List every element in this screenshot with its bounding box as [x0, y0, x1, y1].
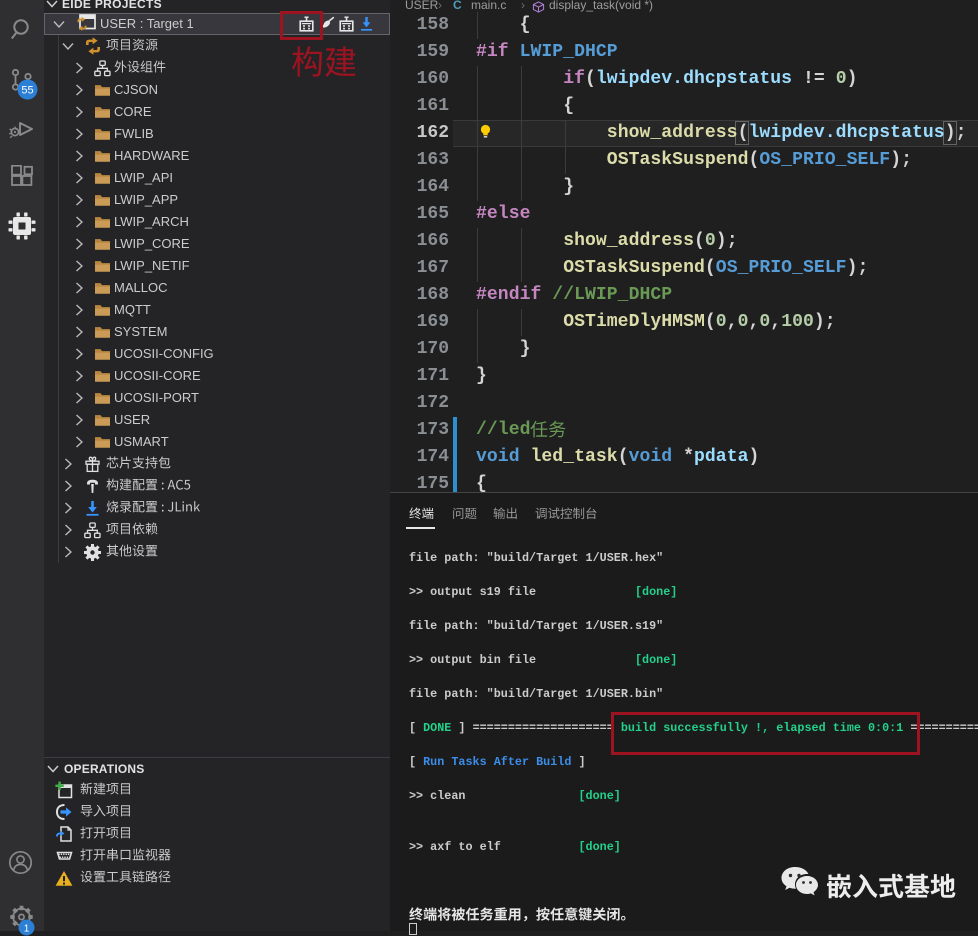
- svg-text:1: 1: [24, 923, 30, 934]
- svg-text:55: 55: [21, 85, 33, 97]
